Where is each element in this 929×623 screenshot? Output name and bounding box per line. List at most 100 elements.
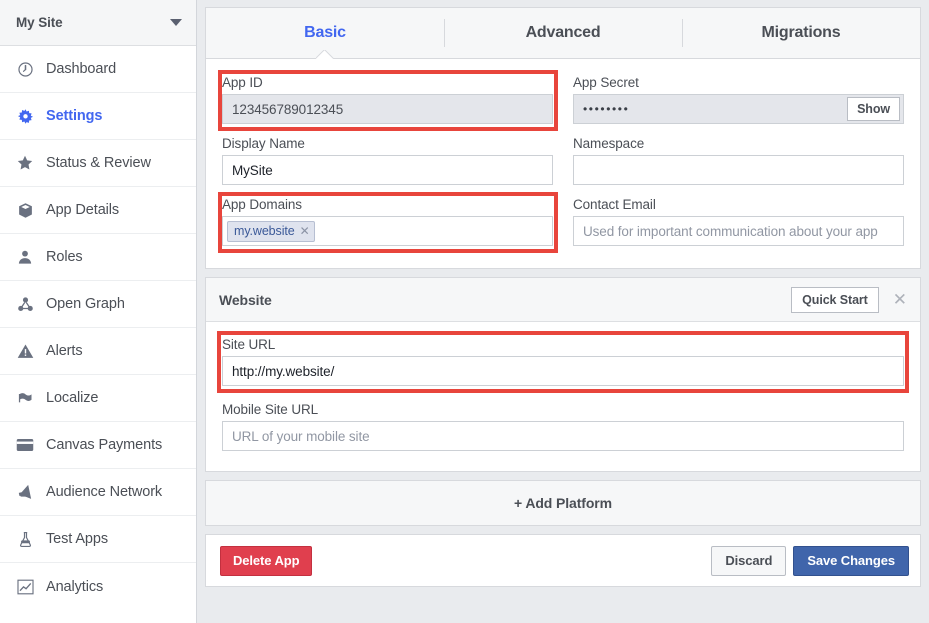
active-tab-caret-icon bbox=[316, 50, 334, 59]
site-url-field: Site URL bbox=[218, 333, 908, 394]
domain-token[interactable]: my.website ✕ bbox=[227, 220, 315, 242]
app-id-col: App ID bbox=[218, 70, 558, 132]
site-url-col: Site URL bbox=[217, 331, 909, 394]
sidebar-item-alerts[interactable]: Alerts bbox=[0, 328, 196, 375]
main-content: Basic Advanced Migrations App ID App Secre… bbox=[197, 0, 929, 623]
tab-basic[interactable]: Basic bbox=[206, 8, 444, 58]
close-icon[interactable]: ✕ bbox=[300, 225, 310, 237]
megaphone-icon bbox=[14, 481, 36, 503]
mobile-site-url-input[interactable] bbox=[222, 421, 904, 451]
tab-label: Migrations bbox=[761, 24, 841, 41]
sidebar-item-canvas-payments[interactable]: Canvas Payments bbox=[0, 422, 196, 469]
sidebar-item-label: Audience Network bbox=[46, 484, 163, 500]
show-secret-button[interactable]: Show bbox=[847, 97, 900, 121]
app-secret-input-wrap: •••••••• Show bbox=[573, 94, 904, 124]
warning-icon bbox=[14, 340, 36, 362]
delete-app-button[interactable]: Delete App bbox=[220, 545, 313, 576]
mobile-site-url-field: Mobile Site URL bbox=[218, 394, 908, 459]
namespace-input[interactable] bbox=[573, 155, 904, 185]
site-url-input[interactable] bbox=[222, 356, 904, 386]
contact-email-input[interactable] bbox=[573, 216, 904, 246]
app-secret-masked-value: •••••••• bbox=[583, 102, 630, 116]
close-icon[interactable]: ✕ bbox=[893, 291, 907, 308]
website-card: Website Quick Start ✕ Site URL Mobile Si… bbox=[205, 277, 921, 472]
namespace-label: Namespace bbox=[573, 136, 645, 151]
sidebar-item-roles[interactable]: Roles bbox=[0, 234, 196, 281]
star-icon bbox=[14, 152, 36, 174]
app-id-label: App ID bbox=[222, 75, 263, 90]
save-changes-button[interactable]: Save Changes bbox=[793, 545, 909, 576]
flask-icon bbox=[14, 528, 36, 550]
app-domains-field: App Domains my.website ✕ bbox=[218, 193, 557, 254]
sidebar-item-dashboard[interactable]: Dashboard bbox=[0, 46, 196, 93]
sidebar-item-localize[interactable]: Localize bbox=[0, 375, 196, 422]
gear-icon bbox=[14, 105, 36, 127]
website-section-header: Website Quick Start ✕ bbox=[206, 278, 920, 322]
tab-bar: Basic Advanced Migrations bbox=[205, 7, 921, 59]
namespace-field: Namespace bbox=[569, 132, 908, 193]
sidebar-item-label: Roles bbox=[46, 249, 83, 265]
form-actions-bar: Delete App Discard Save Changes bbox=[205, 534, 921, 587]
credit-card-icon bbox=[14, 434, 36, 456]
app-domains-input[interactable]: my.website ✕ bbox=[222, 216, 553, 246]
app-settings-page: My Site Dashboard Settings Status & Review… bbox=[0, 0, 929, 623]
tab-migrations[interactable]: Migrations bbox=[682, 8, 920, 58]
discard-button[interactable]: Discard bbox=[711, 545, 787, 576]
app-secret-col: App Secret •••••••• Show bbox=[569, 71, 908, 132]
form-row-ids: App ID App Secret •••••••• Show bbox=[218, 70, 908, 132]
contact-email-col: Contact Email bbox=[569, 193, 908, 254]
site-selector[interactable]: My Site bbox=[0, 0, 196, 46]
sidebar-item-label: Settings bbox=[46, 108, 103, 124]
sidebar-item-analytics[interactable]: Analytics bbox=[0, 563, 196, 610]
gauge-icon bbox=[14, 58, 36, 80]
sidebar-item-label: Canvas Payments bbox=[46, 437, 163, 453]
app-secret-label: App Secret bbox=[573, 75, 639, 90]
sidebar-item-label: Dashboard bbox=[46, 61, 117, 77]
app-secret-field: App Secret •••••••• Show bbox=[569, 71, 908, 132]
line-chart-icon bbox=[14, 576, 36, 598]
sidebar-item-label: App Details bbox=[46, 202, 120, 218]
tab-label: Advanced bbox=[525, 24, 601, 41]
website-form: Site URL Mobile Site URL bbox=[206, 322, 920, 471]
form-row-names: Display Name Namespace bbox=[218, 132, 908, 193]
sidebar-item-open-graph[interactable]: Open Graph bbox=[0, 281, 196, 328]
sidebar-item-test-apps[interactable]: Test Apps bbox=[0, 516, 196, 563]
basic-form: App ID App Secret •••••••• Show bbox=[206, 59, 920, 268]
sidebar-item-app-details[interactable]: App Details bbox=[0, 187, 196, 234]
mobile-site-url-label: Mobile Site URL bbox=[222, 402, 319, 417]
sidebar-item-audience-network[interactable]: Audience Network bbox=[0, 469, 196, 516]
quick-start-button[interactable]: Quick Start bbox=[791, 286, 879, 313]
sidebar-item-label: Test Apps bbox=[46, 531, 108, 547]
graph-nodes-icon bbox=[14, 293, 36, 315]
sidebar-item-label: Analytics bbox=[46, 578, 104, 595]
basic-settings-card: App ID App Secret •••••••• Show bbox=[205, 59, 921, 269]
tab-label: Basic bbox=[304, 24, 346, 41]
display-name-input[interactable] bbox=[222, 155, 553, 185]
namespace-col: Namespace bbox=[569, 132, 908, 193]
form-row-domains: App Domains my.website ✕ Contact Email U… bbox=[218, 192, 908, 254]
person-icon bbox=[14, 246, 36, 268]
display-name-col: Display Name bbox=[218, 132, 557, 193]
app-domains-col: App Domains my.website ✕ bbox=[218, 192, 558, 254]
app-id-field: App ID bbox=[218, 71, 557, 132]
sidebar-item-label: Open Graph bbox=[46, 296, 125, 312]
domain-token-label: my.website bbox=[234, 223, 295, 238]
sidebar-item-settings[interactable]: Settings bbox=[0, 93, 196, 140]
app-domains-label: App Domains bbox=[222, 197, 302, 212]
contact-email-label: Contact Email bbox=[573, 197, 656, 212]
website-section-title: Website bbox=[219, 291, 272, 308]
site-url-label: Site URL bbox=[222, 337, 276, 352]
chevron-down-icon bbox=[170, 19, 182, 26]
sidebar-item-status-review[interactable]: Status & Review bbox=[0, 140, 196, 187]
tab-advanced[interactable]: Advanced bbox=[444, 8, 682, 58]
display-name-label: Display Name bbox=[222, 136, 305, 151]
flag-icon bbox=[14, 387, 36, 409]
sidebar-item-label: Alerts bbox=[46, 343, 83, 359]
box-icon bbox=[14, 199, 36, 221]
app-id-input[interactable] bbox=[222, 94, 553, 124]
sidebar-nav-list: Dashboard Settings Status & Review App Deta… bbox=[0, 46, 196, 610]
sidebar-item-label: Localize bbox=[46, 390, 99, 406]
add-platform-button[interactable]: + Add Platform bbox=[205, 480, 921, 526]
contact-email-field: Contact Email bbox=[569, 193, 908, 254]
site-selector-label: My Site bbox=[16, 15, 63, 30]
